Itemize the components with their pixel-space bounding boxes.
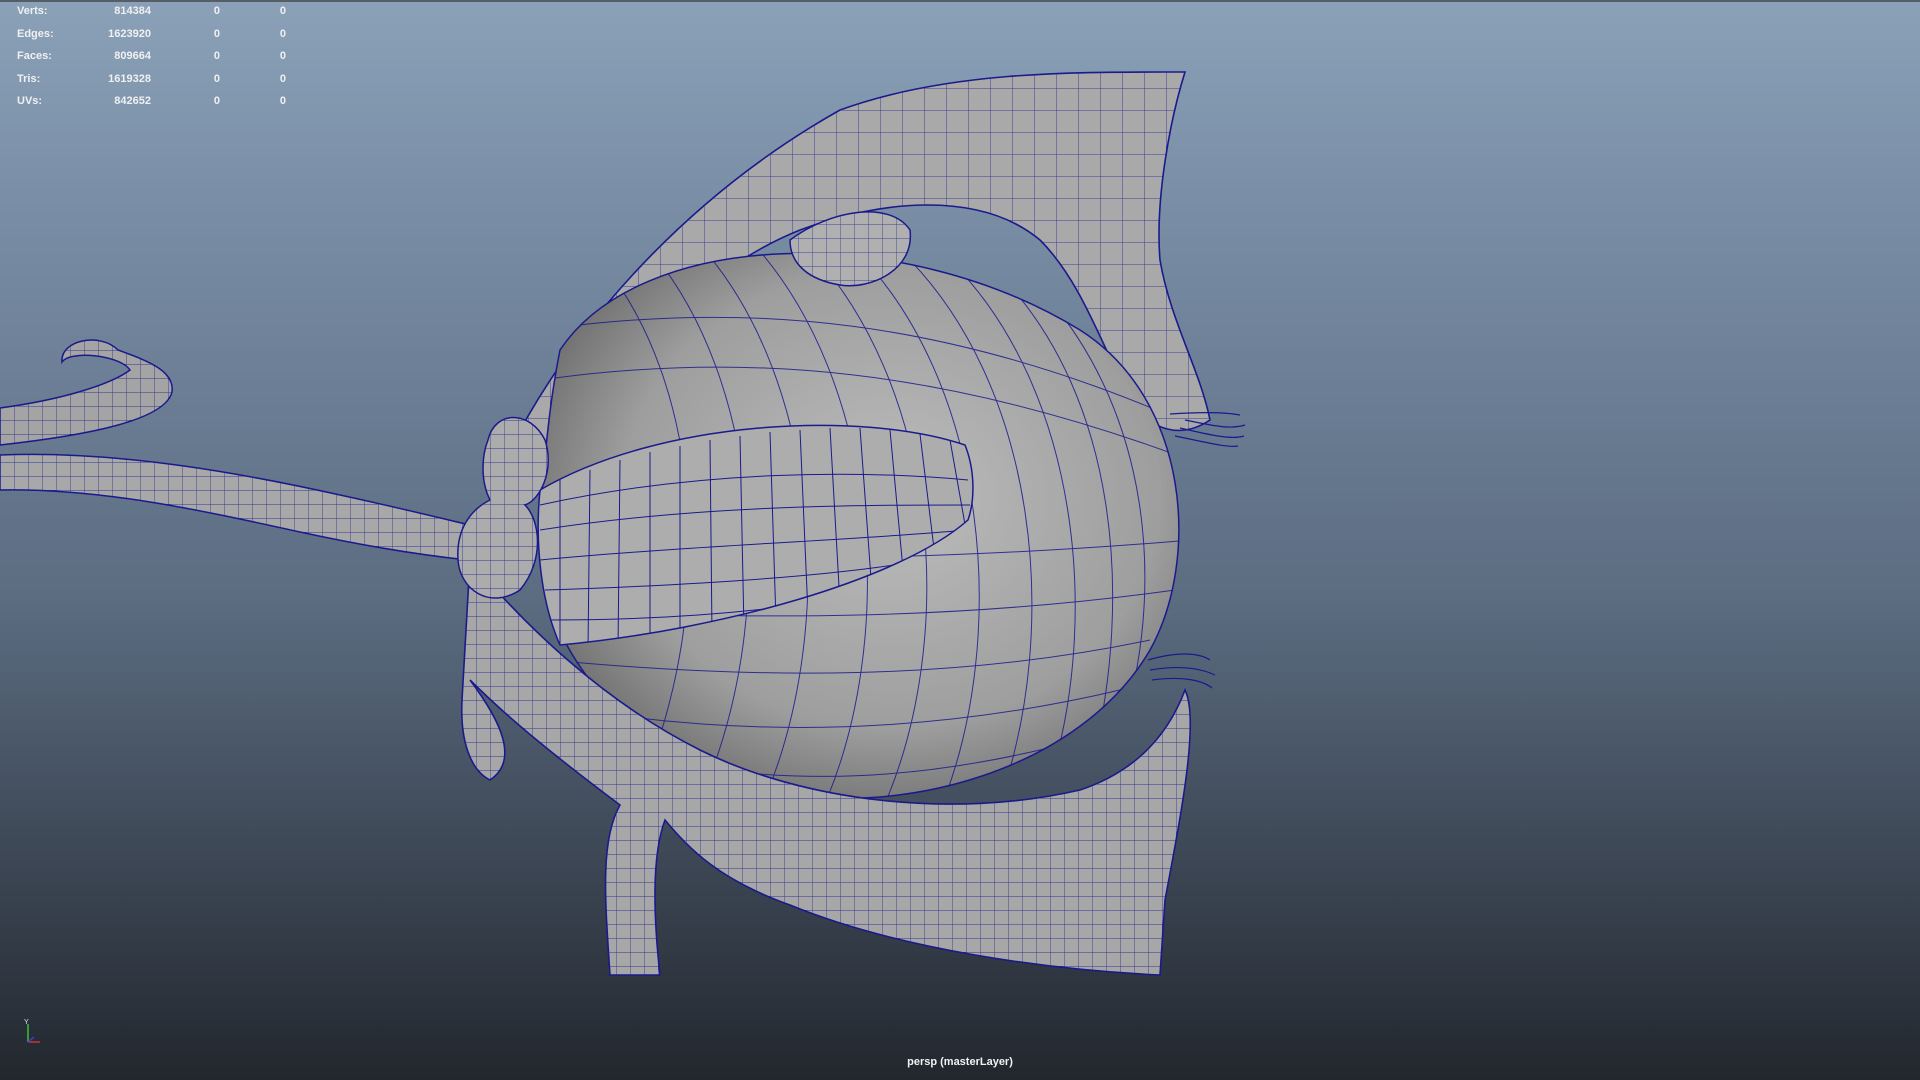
hud-row-edges: Edges: 1623920 0 0 [17,27,286,50]
hud-row-uvs: UVs: 842652 0 0 [17,94,286,117]
hud-uv-value: 0 [279,5,286,17]
hud-uv-value: 0 [279,95,286,108]
lower-eyelashes [1147,653,1216,689]
hud-value: 1623920 [108,27,151,40]
medial-canthus-node[interactable] [457,416,549,599]
hud-label: Tris: [17,72,41,85]
optic-nerve-tube[interactable] [0,453,471,561]
hud-uv-value: 0 [279,27,286,40]
hud-value: 814384 [114,5,151,17]
hud-row-verts: Verts: 814384 0 0 [17,4,286,27]
hud-selected-value: 0 [213,95,220,108]
hud-selected-value: 0 [213,27,220,40]
hud-selected-value: 0 [213,5,220,17]
hud-selected-value: 0 [213,72,220,85]
hud-value: 809664 [114,50,151,63]
hud-selected-value: 0 [213,50,220,63]
hud-uv-value: 0 [279,50,286,63]
hud-label: Edges: [17,27,54,40]
3d-viewport[interactable]: Verts: 814384 0 0 Edges: 1623920 0 0 Fac… [0,0,1920,1080]
axis-gizmo-icon: Y [24,1019,40,1043]
hud-label: Faces: [17,50,52,63]
hud-uv-value: 0 [279,72,286,85]
hud-value: 842652 [114,95,151,108]
hud-value: 1619328 [108,72,151,85]
eye-anatomy-wireframe-model[interactable] [0,0,1920,1080]
hud-row-tris: Tris: 1619328 0 0 [17,72,286,95]
hud-label: Verts: [17,5,48,17]
poly-count-hud: Verts: 814384 0 0 Edges: 1623920 0 0 Fac… [17,4,286,117]
camera-name-label: persp (masterLayer) [907,1056,1013,1068]
gizmo-y-label: Y [24,1019,29,1026]
hud-row-faces: Faces: 809664 0 0 [17,49,286,72]
upper-vessel-tube[interactable] [0,339,173,446]
hud-label: UVs: [17,95,43,108]
